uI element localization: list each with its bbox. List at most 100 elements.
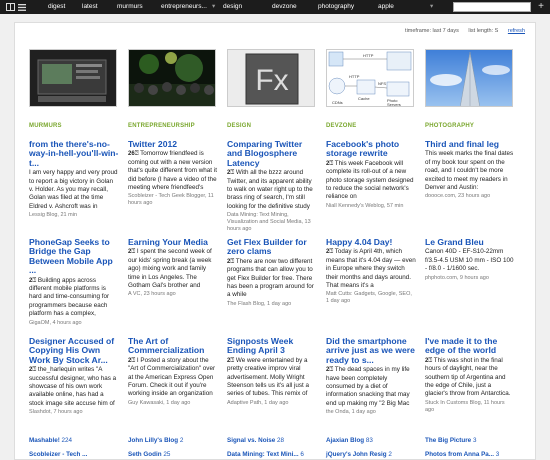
story-source[interactable]: the Onda, 1 day ago — [326, 409, 416, 416]
category-photography[interactable]: PHOTOGRAPHY — [425, 123, 474, 129]
screenshot-thumbnail — [29, 49, 117, 107]
story-item: Did the smartphone arrive just as we wer… — [326, 336, 416, 416]
story-item: PhoneGap Seeks to Bridge the Gap Between… — [29, 237, 119, 327]
story-title-link[interactable]: I've made it to the edge of the world — [425, 336, 515, 356]
story-item: from the there's-no-way-in-hell-you'll-w… — [29, 139, 119, 219]
svg-text:Servers: Servers — [387, 102, 401, 107]
story-title-link[interactable]: The Art of Commercialization — [128, 336, 218, 356]
story-title-link[interactable]: PhoneGap Seeks to Bridge the Gap Between… — [29, 237, 119, 276]
nav-murmurs[interactable]: murmurs — [117, 0, 143, 14]
blog-link[interactable]: Mashable! 224 — [29, 437, 72, 444]
story-title-link[interactable]: Designer Accused of Copying His Own Work… — [29, 336, 119, 365]
story-source[interactable]: Niall Kennedy's Weblog, 57 min — [326, 203, 416, 210]
story-source[interactable]: Guy Kawasaki, 1 day ago — [128, 400, 218, 407]
nav-apple[interactable]: apple — [378, 0, 394, 14]
story-source[interactable]: doooce.com, 23 hours ago — [425, 193, 515, 200]
story-source[interactable]: A VC, 23 hours ago — [128, 291, 218, 298]
blog-link[interactable]: Scobleizer - Tech ... — [29, 451, 87, 458]
svg-text:NFS: NFS — [378, 81, 386, 86]
menu-icon[interactable] — [15, 0, 29, 14]
story-excerpt: 2⍰ This week Facebook will complete its … — [326, 159, 414, 201]
add-icon[interactable]: + — [535, 1, 547, 13]
list-length-select[interactable]: list length: S — [468, 28, 498, 34]
nav-digest[interactable]: digest — [48, 0, 65, 14]
svg-text:HTTP: HTTP — [349, 74, 360, 79]
story-excerpt: This week marks the final dates of my bo… — [425, 150, 514, 192]
story-item: Comparing Twitter and Blogosphere Latenc… — [227, 139, 317, 233]
content-panel: timeframe: last 7 days list length: S re… — [14, 22, 536, 460]
story-title-link[interactable]: Comparing Twitter and Blogosphere Latenc… — [227, 139, 317, 168]
story-excerpt: Canon 40D - EF-S10-22mm f/3.5-4.5 USM 10… — [425, 248, 514, 273]
story-item: Happy 4.04 Day! 2⍰ Today is April 4th, w… — [326, 237, 416, 305]
blog-link[interactable]: John Lilly's Blog 2 — [128, 437, 183, 444]
svg-text:CDNs: CDNs — [332, 100, 343, 105]
story-title-link[interactable]: Earning Your Media — [128, 237, 218, 247]
refresh-link[interactable]: refresh — [508, 28, 525, 34]
blog-link[interactable]: jQuery's John Resig 2 — [326, 451, 392, 458]
story-excerpt: 2⍰ This was shot in the final hours of d… — [425, 356, 511, 398]
chevron-down-icon[interactable]: ▾ — [430, 0, 433, 14]
story-excerpt: 2⍰ I spent the second week of our kids' … — [128, 248, 212, 290]
story-source[interactable]: Slashdot, 7 hours ago — [29, 409, 119, 416]
building-photo-thumbnail — [425, 49, 513, 107]
crowd-photo-thumbnail — [128, 49, 216, 107]
story-item: Facebook's photo storage rewrite 2⍰ This… — [326, 139, 416, 210]
timeframe-select[interactable]: timeframe: last 7 days — [405, 28, 459, 34]
blog-link[interactable]: Ajaxian Blog 83 — [326, 437, 373, 444]
story-title-link[interactable]: Get Flex Builder for zero clams — [227, 237, 317, 257]
category-devzone[interactable]: DEVZONE — [326, 123, 356, 129]
story-excerpt: 2⍰ Today is April 4th, which means that … — [326, 248, 416, 290]
comment-count[interactable]: 26 — [128, 151, 135, 157]
story-item: Third and final leg This week marks the … — [425, 139, 515, 200]
story-title-link[interactable]: Happy 4.04 Day! — [326, 237, 416, 247]
story-excerpt: 2⍰ I Posted a story about the "Art of Co… — [128, 356, 216, 398]
story-source[interactable]: Stuck In Customs Blog, 11 hours ago — [425, 400, 515, 414]
story-title-link[interactable]: from the there's-no-way-in-hell-you'll-w… — [29, 139, 119, 168]
story-title-link[interactable]: Le Grand Bleu — [425, 237, 515, 247]
nav-devzone[interactable]: devzone — [272, 0, 297, 14]
story-source[interactable]: Adaptive Path, 1 day ago — [227, 400, 317, 407]
story-title-link[interactable]: Did the smartphone arrive just as we wer… — [326, 336, 416, 365]
story-item: Le Grand Bleu Canon 40D - EF-S10-22mm f/… — [425, 237, 515, 282]
filter-bar: timeframe: last 7 days list length: S re… — [397, 28, 525, 34]
blog-link[interactable]: Signal vs. Noise 28 — [227, 437, 284, 444]
top-nav-bar: digest latest murmurs entrepreneurs... ▾… — [0, 0, 550, 14]
story-item: I've made it to the edge of the world 2⍰… — [425, 336, 515, 414]
story-title-link[interactable]: Signposts Week Ending April 3 — [227, 336, 317, 356]
story-source[interactable]: Matt Cutts: Gadgets, Google, SEO, 1 day … — [326, 291, 416, 305]
category-entrepreneurship[interactable]: ENTREPRENEURSHIP — [128, 123, 195, 129]
story-title-link[interactable]: Facebook's photo storage rewrite — [326, 139, 416, 159]
svg-text:HTTP: HTTP — [363, 53, 374, 58]
diagram-thumbnail: HTTP CDNs Cache Photo Servers NFS HTTP — [326, 49, 414, 107]
story-source[interactable]: GigaOM, 4 hours ago — [29, 320, 119, 327]
category-design[interactable]: DESIGN — [227, 123, 251, 129]
story-title-link[interactable]: Twitter 2012 — [128, 139, 218, 149]
story-source[interactable]: phphoto.com, 9 hours ago — [425, 275, 515, 282]
chevron-down-icon[interactable]: ▾ — [212, 0, 215, 14]
story-item: Twitter 2012 26⍰ Tomorrow friendfeed is … — [128, 139, 218, 207]
thumb-entrepreneurship[interactable] — [128, 49, 216, 107]
nav-design[interactable]: design — [223, 0, 242, 14]
category-murmurs[interactable]: MURMURS — [29, 123, 62, 129]
thumb-murmurs[interactable] — [29, 49, 117, 107]
thumb-devzone[interactable]: HTTP CDNs Cache Photo Servers NFS HTTP — [326, 49, 414, 107]
svg-text:Cache: Cache — [358, 96, 370, 101]
blog-link[interactable]: Photos from Anna Pa... 3 — [425, 451, 499, 458]
nav-entrepreneurs[interactable]: entrepreneurs... — [161, 0, 207, 14]
story-excerpt: I am very happy and very proud to report… — [29, 169, 118, 210]
thumb-design[interactable]: Fx — [227, 49, 315, 107]
story-source[interactable]: Lessig Blog, 21 min — [29, 212, 119, 219]
blog-link[interactable]: Seth Godin 25 — [128, 451, 170, 458]
nav-photography[interactable]: photography — [318, 0, 354, 14]
story-source[interactable]: Data Mining: Text Mining, Visualization … — [227, 212, 317, 233]
story-source[interactable]: The Flash Blog, 1 day ago — [227, 301, 317, 308]
nav-latest[interactable]: latest — [82, 0, 98, 14]
blog-link[interactable]: Data Mining: Text Mini... 6 — [227, 451, 304, 458]
search-input[interactable] — [453, 2, 531, 12]
story-excerpt: 2⍰ Building apps across different mobile… — [29, 276, 110, 318]
flex-logo-thumbnail: Fx — [227, 49, 315, 107]
blog-link[interactable]: The Big Picture 3 — [425, 437, 476, 444]
story-source[interactable]: Scobleizer - Tech Geek Blogger, 11 hours… — [128, 193, 218, 207]
thumb-photography[interactable] — [425, 49, 513, 107]
story-title-link[interactable]: Third and final leg — [425, 139, 515, 149]
